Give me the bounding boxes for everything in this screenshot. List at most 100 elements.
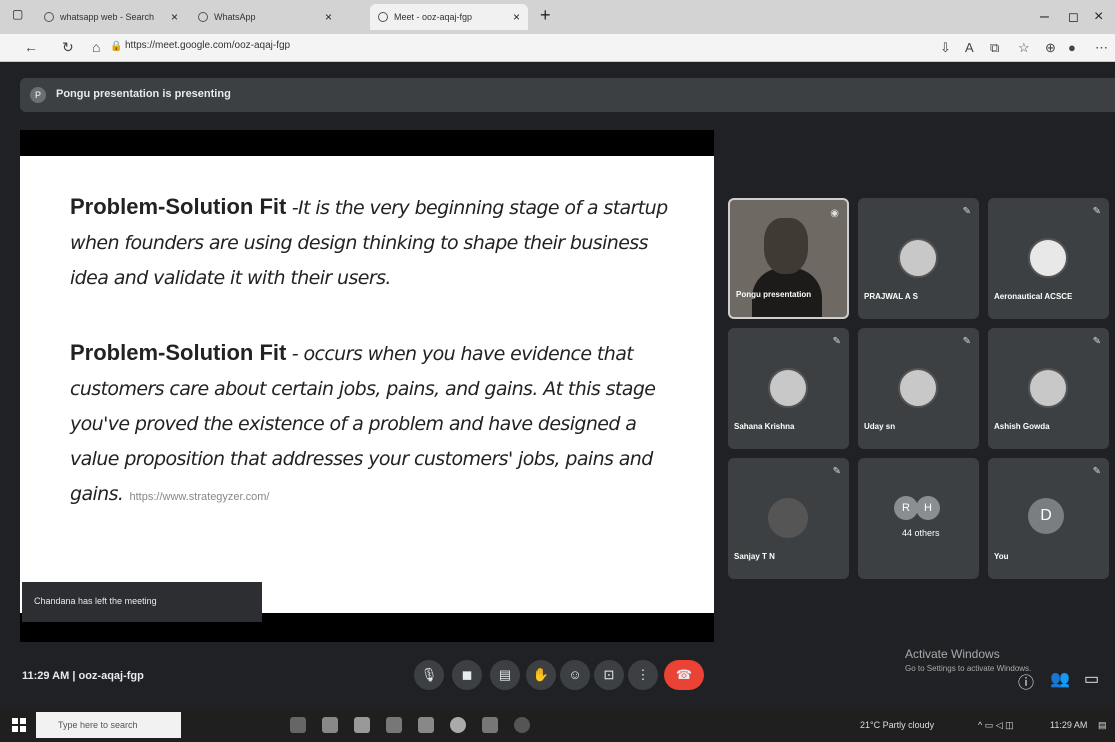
read-aloud-icon[interactable]: A [965,40,974,55]
activate-title: Activate Windows [905,647,1000,661]
app-icon[interactable] [354,717,370,733]
camera-icon[interactable]: ◼ [452,660,482,690]
avatar [1028,238,1068,278]
participant-name: Sanjay T N [734,552,775,561]
participant-name: PRAJWAL A S [864,292,918,301]
participant-tile[interactable]: ◉ Pongu presentation [728,198,849,319]
collections-icon[interactable]: ⊕ [1045,40,1056,56]
address-bar-row: ← ↻ ⌂ 🔒 https://meet.google.com/ooz-aqaj… [0,34,1115,62]
back-icon[interactable]: ← [24,39,38,55]
tab-actions-icon[interactable]: ▢ [12,7,23,21]
participant-tile[interactable]: ✎ Sahana Krishna [728,328,849,449]
task-view-icon[interactable] [290,717,306,733]
mail-icon[interactable] [418,717,434,733]
paragraph-heading: Problem-Solution Fit [70,194,287,219]
url-field[interactable]: https://meet.google.com/ooz-aqaj-fgp [125,40,290,51]
avatar [1028,368,1068,408]
participant-tile[interactable]: ✎ Sanjay T N [728,458,849,579]
more-options-icon[interactable]: ⋮ [628,660,658,690]
avatar-initial: R [894,496,918,520]
split-screen-icon[interactable]: ⧉ [990,40,999,56]
self-tile[interactable]: ✎ D You [988,458,1109,579]
slide-paragraph-1: Problem-Solution Fit -It is the very beg… [70,190,670,295]
notification-toast: Chandana has left the meeting [22,582,262,622]
speaking-icon: ◉ [830,208,839,219]
clock[interactable]: 11:29 AM [1050,720,1087,730]
people-icon[interactable]: 👥 [1050,669,1070,689]
taskbar-search[interactable]: Type here to search [36,712,181,738]
participant-tile[interactable]: ✎ Uday sn [858,328,979,449]
tab-whatsapp[interactable]: WhatsApp × [190,4,340,30]
chat-icon[interactable]: ▭ [1084,669,1099,689]
avatar [768,368,808,408]
tab-search[interactable]: whatsapp web - Search × [36,4,186,30]
participant-tile[interactable]: ✎ Aeronautical ACSCE [988,198,1109,319]
weather-widget[interactable]: 21°C Partly cloudy [860,720,934,730]
shared-screen: Problem-Solution Fit -It is the very beg… [20,130,714,642]
refresh-icon[interactable]: ↻ [62,39,74,56]
paragraph-heading: Problem-Solution Fit [70,340,287,365]
home-icon[interactable]: ⌂ [92,39,100,55]
mic-off-icon: ✎ [962,336,971,347]
slide: Problem-Solution Fit -It is the very beg… [20,156,714,613]
participant-name: Sahana Krishna [734,422,795,431]
info-icon[interactable]: ⓘ [1018,669,1034,693]
mic-off-icon: ✎ [962,206,971,217]
close-tab-icon[interactable]: × [513,10,520,24]
tab-title: Meet - ooz-aqaj-fgp [394,12,473,22]
avatar [898,368,938,408]
participant-name: Pongu presentation [736,290,812,299]
tab-meet[interactable]: Meet - ooz-aqaj-fgp × [370,4,528,30]
notification-icon[interactable]: ▤ [1098,720,1107,731]
mic-off-icon: ✎ [1092,206,1101,217]
source-link[interactable]: https://www.strategyzer.com/ [130,491,270,503]
raise-hand-icon[interactable]: ✋ [526,660,556,690]
close-tab-icon[interactable]: × [325,10,332,24]
browser-tab-strip: ▢ whatsapp web - Search × WhatsApp × Mee… [0,0,1115,34]
emoji-icon[interactable]: ☺ [560,660,590,690]
search-tab-icon [44,12,54,22]
close-window-icon[interactable]: × [1094,8,1103,26]
windows-taskbar: Type here to search 21°C Partly cloudy ^… [0,708,1115,742]
participant-name: Ashish Gowda [994,422,1050,431]
app-icon[interactable] [482,717,498,733]
participant-name: Aeronautical ACSCE [994,292,1073,301]
app-icon[interactable] [322,717,338,733]
others-tile[interactable]: R H 44 others [858,458,979,579]
windows-start-icon[interactable] [12,718,26,732]
favorites-icon[interactable]: ☆ [1018,40,1030,56]
chrome-icon[interactable] [450,717,466,733]
present-icon[interactable]: ⊡ [594,660,624,690]
close-tab-icon[interactable]: × [171,10,178,24]
maximize-icon[interactable]: ◻ [1068,9,1079,25]
participant-name: You [994,552,1009,561]
activate-subtitle: Go to Settings to activate Windows. [905,664,1032,673]
edge-icon[interactable] [514,717,530,733]
meet-area: P Pongu presentation is presenting Probl… [0,62,1115,708]
meet-tab-icon [378,12,388,22]
system-tray-icons[interactable]: ^ ▭ ◁ ◫ [978,720,1014,731]
mic-off-icon: ✎ [832,466,841,477]
participant-name: Uday sn [864,422,896,431]
download-icon[interactable]: ⇩ [940,40,951,56]
lock-icon[interactable]: 🔒 [110,41,122,52]
profile-icon[interactable]: ● [1068,40,1076,55]
presenting-text: Pongu presentation is presenting [56,88,231,100]
presenting-bar: P Pongu presentation is presenting [20,78,1115,112]
tab-title: whatsapp web - Search [60,12,155,22]
mic-off-icon: ✎ [832,336,841,347]
participant-tile[interactable]: ✎ Ashish Gowda [988,328,1109,449]
store-icon[interactable] [386,717,402,733]
more-icon[interactable]: ⋯ [1095,40,1108,56]
participant-tile[interactable]: ✎ PRAJWAL A S [858,198,979,319]
leave-call-button[interactable]: ☎ [664,660,704,690]
minimize-icon[interactable]: – [1040,8,1049,26]
paragraph-body: - occurs when you have evidence that cus… [70,343,656,505]
slide-paragraph-2: Problem-Solution Fit - occurs when you h… [70,336,670,514]
mic-icon[interactable]: 🎙 [414,660,444,690]
mic-off-icon: ✎ [1092,336,1101,347]
new-tab-icon[interactable]: + [540,5,551,26]
captions-icon[interactable]: ▤ [490,660,520,690]
tab-title: WhatsApp [214,12,256,22]
presenter-avatar: P [30,87,46,103]
